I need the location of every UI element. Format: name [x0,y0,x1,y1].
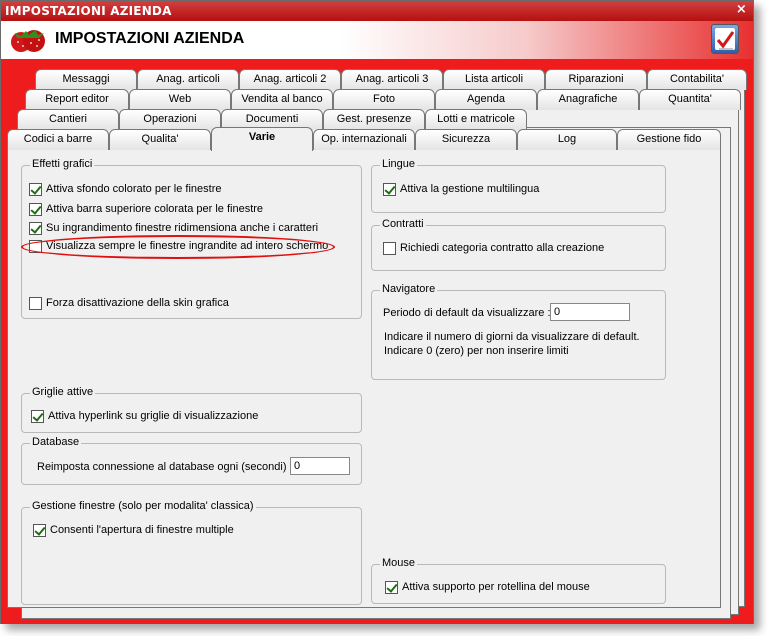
checkbox-row[interactable]: Attiva supporto per rotellina del mouse [385,579,590,595]
group-title: Navigatore [380,283,438,295]
tab-vendita-al-banco[interactable]: Vendita al banco [231,89,333,110]
highlight-annotation [21,235,335,259]
group-title: Gestione finestre (solo per modalita' cl… [30,500,256,512]
checkbox-label: Su ingrandimento finestre ridimensiona a… [46,222,319,234]
header-title: IMPOSTAZIONI AZIENDA [55,30,245,47]
checkbox[interactable] [383,241,396,255]
tab-anagrafiche[interactable]: Anagrafiche [537,89,639,110]
database-reconnect-input[interactable]: 0 [290,457,350,475]
checkbox-label: Attiva hyperlink su griglie di visualizz… [48,410,259,422]
checkbox[interactable] [33,523,46,537]
navigatore-period-label: Periodo di default da visualizzare : [383,307,551,319]
title-bar: IMPOSTAZIONI AZIENDA × [1,1,753,21]
tab-quantita[interactable]: Quantita' [639,89,741,110]
tab-gest-presenze[interactable]: Gest. presenze [323,109,425,130]
tab-lista-articoli[interactable]: Lista articoli [443,69,545,90]
tab-agenda[interactable]: Agenda [435,89,537,110]
checkbox-label: Consenti l'apertura di finestre multiple [50,524,234,536]
header-banner: IMPOSTAZIONI AZIENDA [1,21,753,59]
checkbox-row[interactable]: Attiva sfondo colorato per le finestre [29,181,221,197]
group-title: Database [30,436,82,448]
checkbox-label: Attiva la gestione multilingua [400,183,540,195]
tab-anag-articoli-3[interactable]: Anag. articoli 3 [341,69,443,90]
close-icon[interactable]: × [736,2,747,17]
checkbox[interactable] [385,580,398,594]
checkbox-label: Attiva sfondo colorato per le finestre [46,183,222,195]
group-title: Mouse [380,557,418,569]
checkbox-row[interactable]: Attiva barra superiore colorata per le f… [29,201,263,217]
settings-window: IMPOSTAZIONI AZIENDA × IMPOSTAZIONI AZIE… [0,0,754,624]
group-title: Effetti grafici [30,158,95,170]
tab-anag-articoli[interactable]: Anag. articoli [137,69,239,90]
checkbox[interactable] [31,409,44,423]
group-title: Griglie attive [30,386,96,398]
checkbox-label: Attiva supporto per rotellina del mouse [402,581,590,593]
checkbox-row[interactable]: Su ingrandimento finestre ridimensiona a… [29,220,318,236]
checkbox[interactable] [29,182,42,196]
checkbox-row[interactable]: Consenti l'apertura di finestre multiple [33,522,234,538]
tab-log[interactable]: Log [517,129,617,150]
tab-messaggi[interactable]: Messaggi [35,69,137,90]
tab-report-editor[interactable]: Report editor [25,89,129,110]
checkbox[interactable] [29,202,42,216]
tab-operazioni[interactable]: Operazioni [119,109,221,130]
tab-contabilita[interactable]: Contabilita' [647,69,747,90]
tab-foto[interactable]: Foto [333,89,435,110]
checkbox[interactable] [29,221,42,235]
checkbox-row[interactable]: Forza disattivazione della skin grafica [29,295,229,311]
checkbox-row[interactable]: Richiedi categoria contratto alla creazi… [383,240,604,256]
checkbox[interactable] [383,182,396,196]
tab-qualita[interactable]: Qualita' [109,129,211,150]
group-title: Contratti [380,218,426,230]
tab-varie[interactable]: Varie [211,127,313,151]
navigatore-note: Indicare 0 (zero) per non inserire limit… [384,345,569,357]
database-reconnect-label: Reimposta connessione al database ogni (… [37,461,293,473]
tab-codici-a-barre[interactable]: Codici a barre [7,129,109,150]
checkbox[interactable] [29,296,42,310]
tab-gestione-fido[interactable]: Gestione fido [617,129,721,150]
navigatore-note: Indicare il numero di giorni da visualiz… [384,331,640,343]
navigatore-period-input[interactable]: 0 [550,303,630,321]
tab-anag-articoli-2[interactable]: Anag. articoli 2 [239,69,341,90]
checkbox-label: Attiva barra superiore colorata per le f… [46,203,264,215]
tab-riparazioni[interactable]: Riparazioni [545,69,647,90]
checkbox-label: Richiedi categoria contratto alla creazi… [400,242,605,254]
checkbox-row[interactable]: Attiva hyperlink su griglie di visualizz… [31,408,258,424]
checkbox-label: Forza disattivazione della skin grafica [46,297,229,309]
checkbox-row[interactable]: Attiva la gestione multilingua [383,181,539,197]
strawberry-logo-icon [11,30,45,52]
group-title: Lingue [380,158,418,170]
tab-lotti-e-matricole[interactable]: Lotti e matricole [425,109,527,130]
window-title: IMPOSTAZIONI AZIENDA [5,4,172,18]
tab-op-internazionali[interactable]: Op. internazionali [313,129,415,150]
tab-web[interactable]: Web [129,89,231,110]
checklist-icon [711,24,739,54]
tab-sicurezza[interactable]: Sicurezza [415,129,517,150]
tab-cantieri[interactable]: Cantieri [17,109,119,130]
